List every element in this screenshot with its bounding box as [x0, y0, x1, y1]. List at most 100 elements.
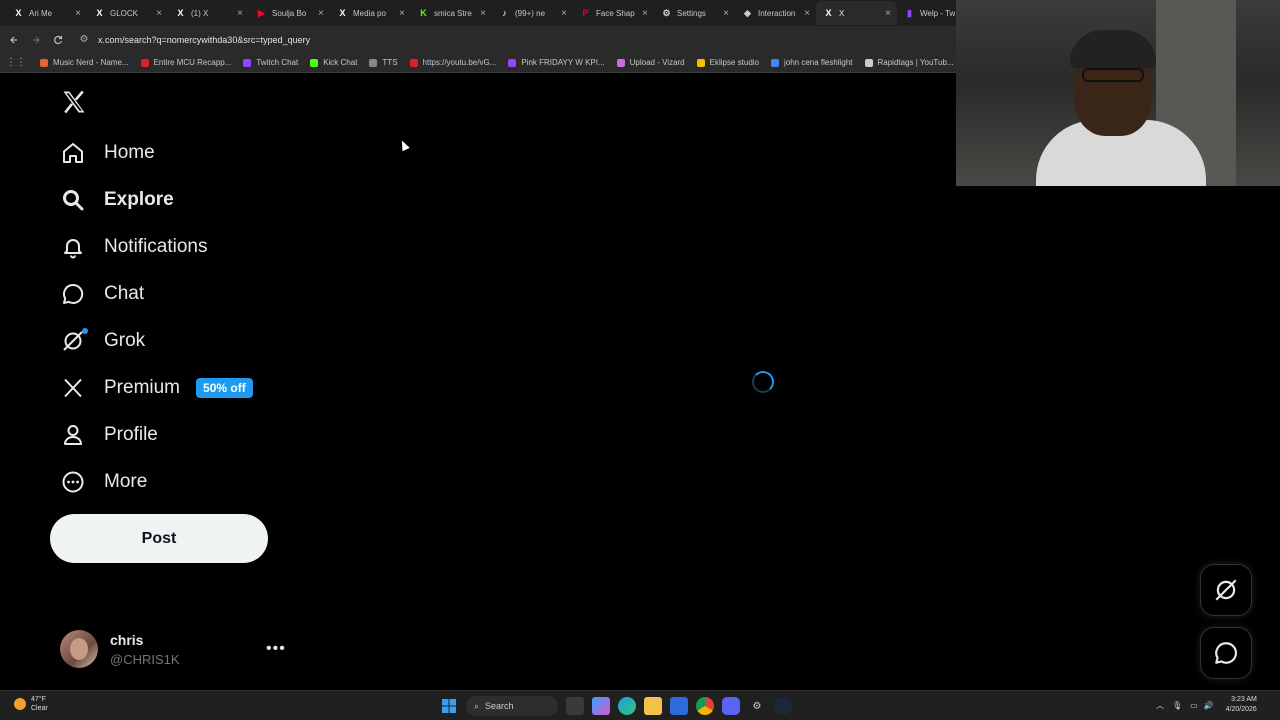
close-icon[interactable]: × [75, 8, 81, 19]
webcam-overlay [956, 0, 1280, 186]
nav-item-explore[interactable]: Explore [50, 176, 290, 223]
nav-item-chat[interactable]: Chat [50, 270, 290, 317]
forward-button[interactable] [25, 29, 47, 51]
browser-tab[interactable]: P Face Shap × [573, 1, 654, 25]
browser-tab[interactable]: X Ari Me × [6, 1, 87, 25]
discord-icon[interactable] [722, 697, 740, 715]
browser-tab[interactable]: ♪ (99+) ne × [492, 1, 573, 25]
bookmark-item[interactable]: Kick Chat [310, 58, 357, 67]
x-logo-icon: X [96, 7, 103, 18]
bookmark-item[interactable]: Rapidtags | YouTub... [864, 58, 954, 67]
chrome-icon[interactable] [696, 697, 714, 715]
ellipsis-icon[interactable]: ••• [266, 640, 286, 658]
nav-item-more[interactable]: More [50, 458, 290, 505]
network-icon[interactable]: ▭ [1190, 701, 1198, 710]
close-icon[interactable]: × [804, 8, 810, 19]
bookmark-item[interactable]: Upload - Vizard [616, 58, 685, 67]
back-button[interactable] [3, 29, 25, 51]
bookmark-label: Rapidtags | YouTub... [877, 58, 954, 67]
account-switcher[interactable]: chris @CHRIS1K ••• [60, 628, 290, 670]
edge-icon[interactable] [618, 697, 636, 715]
browser-tab-title: smica Stre [434, 8, 472, 18]
store-icon[interactable] [670, 697, 688, 715]
browser-tab[interactable]: Ksmica Stre × [411, 1, 492, 25]
close-icon[interactable]: × [156, 8, 162, 19]
nav-item-grok[interactable]: Grok [50, 317, 290, 364]
system-clock[interactable]: 3:23 AM 4/20/2026 [1226, 695, 1257, 715]
browser-tab[interactable]: X X × [816, 1, 897, 25]
bookmark-favicon-icon [696, 58, 705, 67]
search-icon: ⌕ [474, 700, 480, 711]
browser-tab-title: Soulja Bo [272, 8, 307, 18]
taskbar-apps: ⌕ Search ⚙ [436, 695, 796, 717]
browser-tab[interactable]: X Media po × [330, 1, 411, 25]
post-button[interactable]: Post [50, 514, 268, 563]
bookmark-item[interactable]: Twitch Chat [243, 58, 298, 67]
chevron-up-icon[interactable]: ︿ [1156, 700, 1164, 711]
bookmark-item[interactable]: Eklipse studio [696, 58, 759, 67]
weather-widget[interactable]: 47°F Clear [14, 695, 48, 713]
windows-start-icon[interactable] [440, 697, 458, 715]
bookmark-item[interactable]: Entire MCU Recapp... [140, 58, 232, 67]
browser-tab[interactable]: X (1) X × [168, 1, 249, 25]
clock-time: 3:23 AM [1231, 696, 1257, 703]
apps-grid-icon[interactable]: ⋮⋮ [6, 57, 26, 68]
close-icon[interactable]: × [318, 8, 324, 19]
settings-gear-icon[interactable]: ⚙ [748, 697, 766, 715]
taskbar-search[interactable]: ⌕ Search [466, 696, 558, 716]
bookmark-item[interactable]: john cena fleshlight [771, 58, 853, 67]
bookmark-item[interactable]: https://youtu.be/vG... [409, 58, 496, 67]
bookmark-label: Eklipse studio [709, 58, 759, 67]
account-handle: @CHRIS1K [110, 651, 180, 667]
x-logo-icon[interactable] [60, 88, 88, 116]
bookmark-item[interactable]: Music Nerd - Name... [40, 58, 129, 67]
bookmark-favicon-icon [369, 58, 378, 67]
close-icon[interactable]: × [642, 8, 648, 19]
copilot-icon[interactable] [592, 697, 610, 715]
browser-tab[interactable]: X GLOCK × [87, 1, 168, 25]
nav-item-label: More [104, 470, 148, 492]
browser-tab-title: (1) X [191, 8, 209, 18]
primary-navigation: Home Explore Notifications Chat Grok Pre… [50, 129, 290, 505]
close-icon[interactable]: × [237, 8, 243, 19]
site-settings-icon[interactable]: ⚙ [76, 34, 92, 45]
bookmark-item[interactable]: Pink FRIDAYY W KPI... [508, 58, 605, 67]
browser-tab-title: Settings [677, 8, 706, 18]
messages-floating-button[interactable] [1200, 627, 1252, 679]
steam-icon[interactable] [774, 697, 792, 715]
nav-item-profile[interactable]: Profile [50, 411, 290, 458]
browser-tab[interactable]: ◆ Interaction × [735, 1, 816, 25]
nav-item-label: Grok [104, 329, 146, 351]
x-logo-icon [60, 375, 86, 401]
file-explorer-icon[interactable] [644, 697, 662, 715]
x-logo-icon: X [825, 7, 832, 18]
bookmark-label: Music Nerd - Name... [53, 58, 129, 67]
system-tray: ︿ 🎙 ▭ 🔊 3:23 AM 4/20/2026 [1156, 695, 1257, 715]
browser-tab[interactable]: ⚙ Settings × [654, 1, 735, 25]
nav-item-notifications[interactable]: Notifications [50, 223, 290, 270]
task-view-icon[interactable] [566, 697, 584, 715]
reload-button[interactable] [47, 29, 69, 51]
volume-icon[interactable]: 🔊 [1204, 701, 1214, 710]
close-icon[interactable]: × [399, 8, 405, 19]
close-icon[interactable]: × [885, 8, 891, 19]
home-icon [60, 140, 86, 166]
nav-item-home[interactable]: Home [50, 129, 290, 176]
nav-item-label: Explore [104, 188, 174, 210]
nav-item-label: Premium [104, 376, 181, 398]
weather-description: Clear [31, 705, 48, 712]
bookmark-item[interactable]: TTS [369, 58, 398, 67]
grok-floating-button[interactable] [1200, 564, 1252, 616]
bookmark-favicon-icon [310, 58, 319, 67]
browser-tab-title: Interaction [758, 8, 796, 18]
close-icon[interactable]: × [723, 8, 729, 19]
nav-item-label: Notifications [104, 235, 208, 257]
bookmark-favicon-icon [616, 58, 625, 67]
close-icon[interactable]: × [561, 8, 567, 19]
close-icon[interactable]: × [480, 8, 486, 19]
nav-item-premium[interactable]: Premium 50% off [50, 364, 290, 411]
microphone-icon[interactable]: 🎙 [1172, 701, 1182, 710]
bookmark-label: Entire MCU Recapp... [153, 58, 232, 67]
bookmark-label: Twitch Chat [256, 58, 299, 67]
browser-tab[interactable]: ▶ Soulja Bo × [249, 1, 330, 25]
